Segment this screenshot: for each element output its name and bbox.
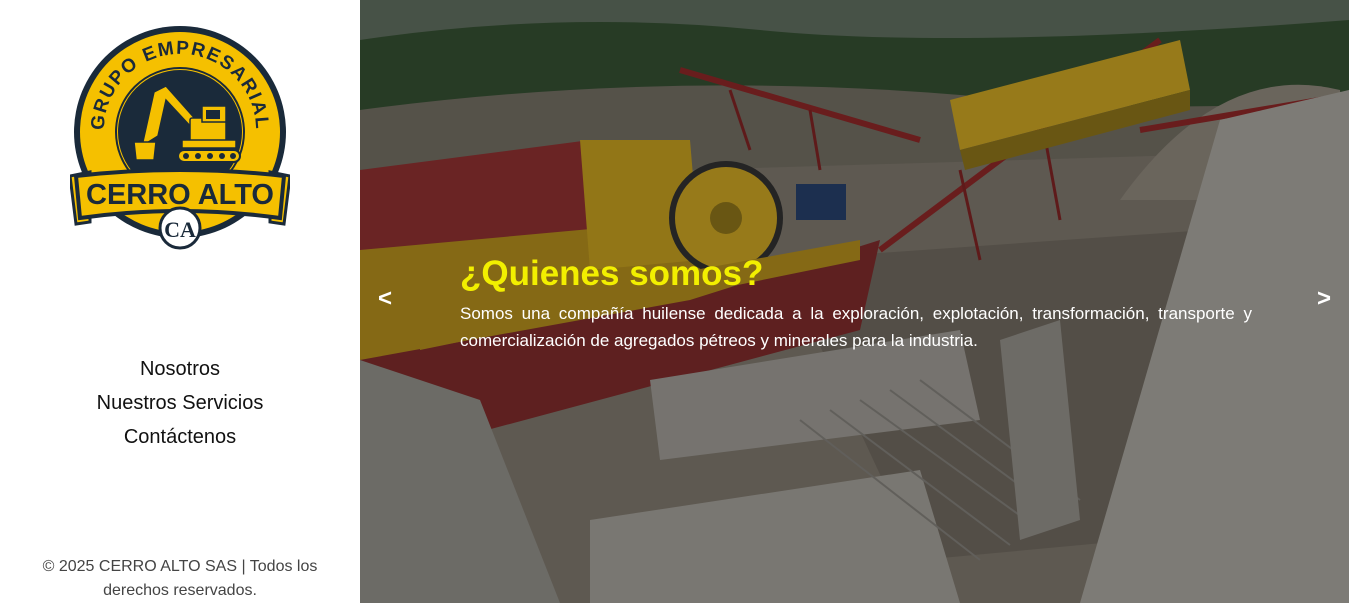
- footer-copyright: © 2025 CERRO ALTO SAS | Todos los derech…: [42, 558, 318, 599]
- sidebar: GRUPO EMPRESARIAL CERRO ALTO CA Nosotros…: [0, 0, 360, 603]
- logo-emblem: GRUPO EMPRESARIAL CERRO ALTO CA: [68, 26, 292, 250]
- hero-description: Somos una compañía huilense dedicada a l…: [460, 304, 1252, 350]
- svg-text:CA: CA: [164, 217, 196, 242]
- nav-item-nosotros[interactable]: Nosotros: [140, 352, 220, 386]
- carousel-next-arrow[interactable]: >: [1317, 284, 1331, 314]
- main-nav: Nosotros Nuestros Servicios Contáctenos: [0, 352, 360, 454]
- page: GRUPO EMPRESARIAL CERRO ALTO CA Nosotros…: [0, 0, 1349, 603]
- hero-carousel: ¿Quienes somos? Somos una compañía huile…: [360, 0, 1349, 603]
- svg-text:CERRO ALTO: CERRO ALTO: [86, 179, 274, 211]
- nav-item-contactenos[interactable]: Contáctenos: [124, 420, 236, 454]
- carousel-prev-arrow[interactable]: <: [378, 284, 392, 314]
- nav-item-servicios[interactable]: Nuestros Servicios: [97, 386, 264, 420]
- company-logo[interactable]: GRUPO EMPRESARIAL CERRO ALTO CA: [68, 26, 292, 250]
- hero-title: ¿Quienes somos?: [460, 254, 764, 293]
